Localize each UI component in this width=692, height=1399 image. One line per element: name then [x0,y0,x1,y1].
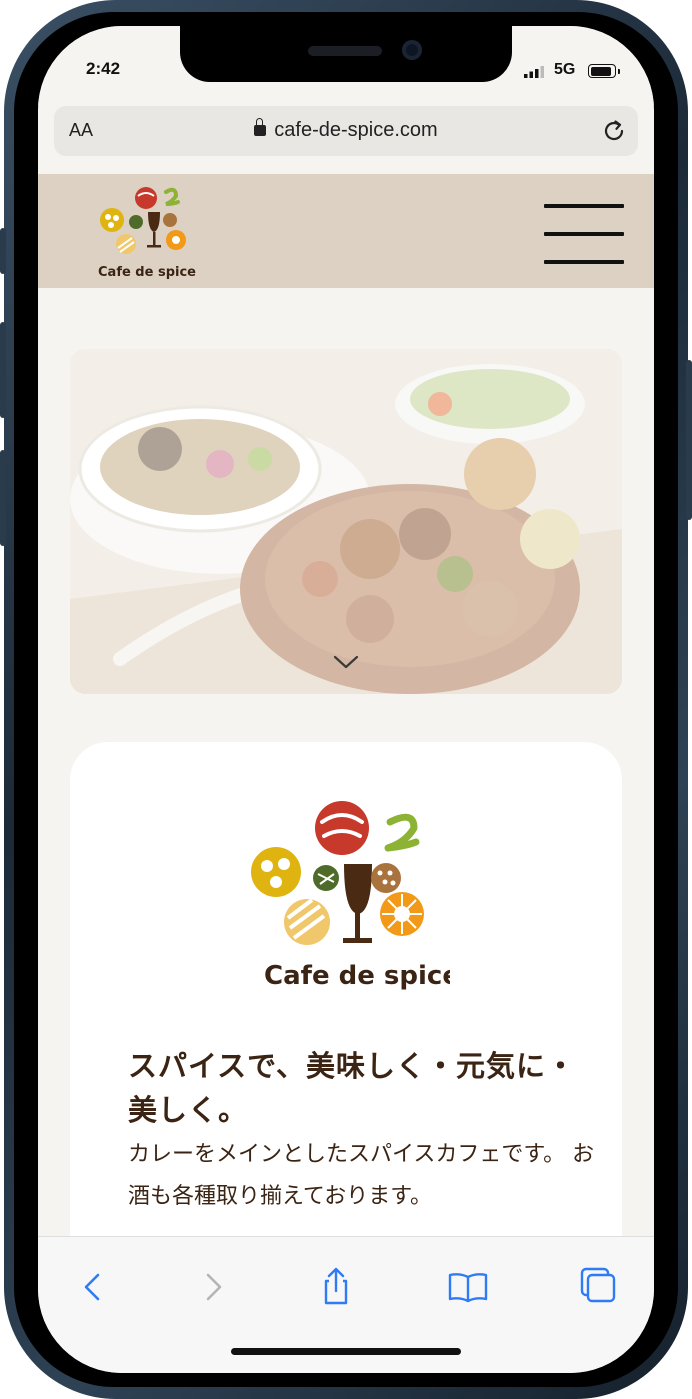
site-logo-text: Cafe de spice [98,265,196,280]
forward-chevron-right-icon[interactable] [190,1265,234,1309]
network-type: 5G [554,61,576,78]
hamburger-menu-button[interactable] [544,204,624,264]
notch [180,26,512,82]
volume-up-button [0,322,6,418]
url-display[interactable]: cafe-de-spice.com [54,118,638,142]
speaker-grille [308,46,382,56]
status-time: 2:42 [86,59,121,78]
brand-logo-large: Cafe de spice [251,801,450,991]
intro-card: Cafe de spice スパイスで、美味しく・元気に・美しく。 カレーをメイ… [70,742,622,1282]
hamburger-line [544,232,624,236]
url-text: cafe-de-spice.com [274,119,438,141]
site-logo[interactable]: Cafe de spice [96,178,208,284]
battery-icon [588,64,620,78]
phone-mockup: 2:42 5G AA cafe-de-spice.com Cafe de spi… [0,0,692,1399]
intro-heading: スパイスで、美味しく・元気に・美しく。 [128,1049,576,1127]
reload-icon[interactable] [600,117,628,145]
volume-down-button [0,450,6,546]
power-button [686,360,692,520]
site-header: Cafe de spice [38,174,654,288]
screen: 2:42 5G AA cafe-de-spice.com Cafe de spi… [38,26,654,1373]
back-chevron-left-icon[interactable] [72,1265,116,1309]
address-bar[interactable]: AA cafe-de-spice.com [54,106,638,156]
hamburger-line [544,260,624,264]
hamburger-line [544,204,624,208]
scroll-down-chevron-icon[interactable] [332,654,360,670]
mute-switch [0,228,6,274]
cellular-signal-icon [524,66,544,78]
tabs-icon[interactable] [576,1265,620,1309]
brand-logo-text: Cafe de spice [264,961,450,991]
front-camera [402,40,422,60]
intro-description: カレーをメインとしたスパイスカフェです。 お酒も各種取り揃えております。 [128,1142,595,1209]
home-indicator[interactable] [231,1348,461,1355]
lock-icon [254,118,267,136]
hero-image [70,349,622,694]
bookmarks-book-icon[interactable] [446,1265,490,1309]
share-icon[interactable] [314,1265,358,1309]
logo-mark [315,801,369,855]
food-photo [70,349,622,694]
